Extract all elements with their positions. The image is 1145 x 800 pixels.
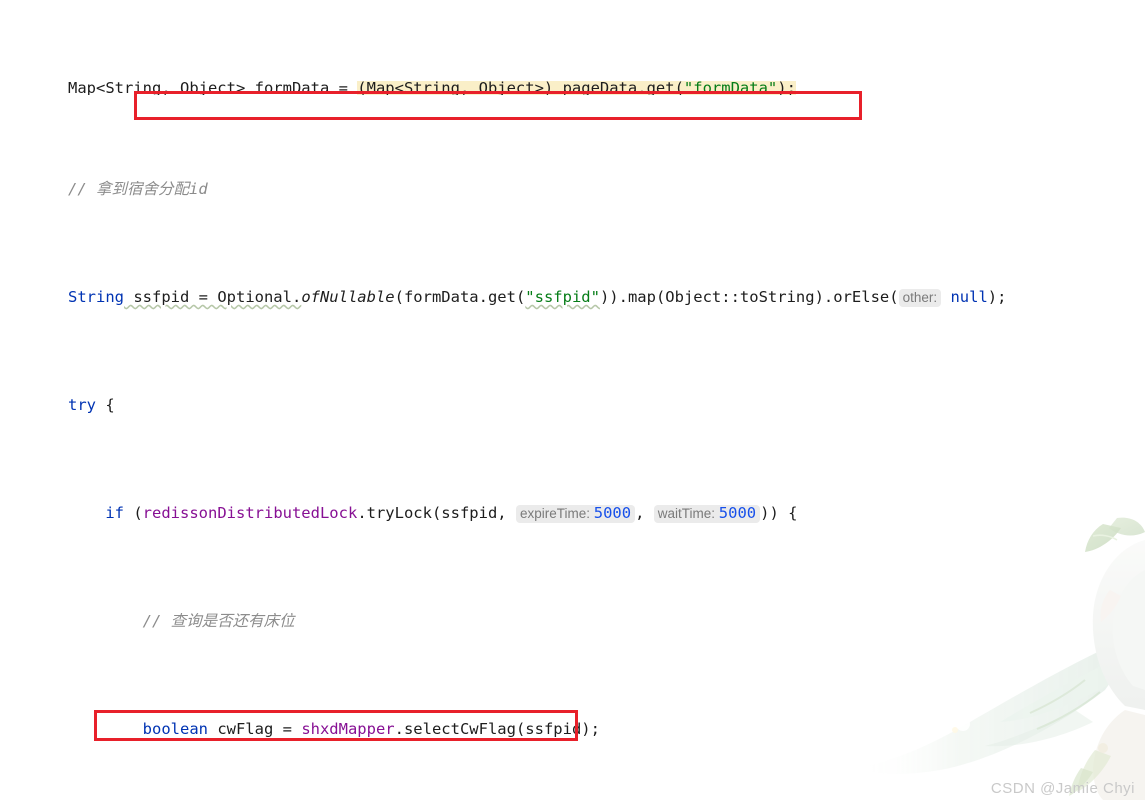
code-keyword-null: null [950,288,988,306]
code-token: .selectCwFlag(ssfpid); [394,720,600,738]
code-method: ofNullable [301,288,395,306]
parameter-hint-other: other: [898,289,942,307]
code-token: .tryLock(ssfpid, [357,504,516,522]
code-keyword-try: try [68,396,96,414]
code-token-string: "formData" [683,81,778,95]
code-line-3: String ssfpid = Optional.ofNullable(form… [0,284,1145,311]
code-editor-viewport[interactable]: Map<String, Object> formData = (Map<Stri… [0,0,1145,800]
code-token: )).map(Object::toString).orElse( [599,288,899,306]
code-token: ( [124,504,143,522]
code-line-6: // 查询是否还有床位 [0,608,1145,635]
code-keyword: String [68,288,124,306]
code-field-shxdmapper: shxdMapper [301,720,395,738]
code-line-5: if (redissonDistributedLock.tryLock(ssfp… [0,500,1145,527]
code-token: (formData.get( [394,288,526,306]
code-token: ssfpid = Optional. [124,288,302,306]
code-field-redissonlock: redissonDistributedLock [142,504,358,522]
code-comment: // 查询是否还有床位 [142,612,295,630]
code-token: )) { [760,504,798,522]
code-token: ); [987,288,1007,306]
code-token: , [635,504,654,522]
parameter-hint-expiretime: expireTime: 5000 [515,504,636,523]
code-token: cwFlag = [207,720,302,738]
code-keyword-if: if [105,504,124,522]
code-keyword-boolean: boolean [142,720,208,738]
code-token: (Map<String, Object>) pageData.get( [357,81,684,95]
parameter-hint-waittime: waitTime: 5000 [653,504,761,523]
code-line-2: // 拿到宿舍分配id [0,176,1145,203]
code-line-1: Map<String, Object> formData = (Map<Stri… [0,81,1145,95]
code-line-4: try { [0,392,1145,419]
code-token: ); [777,81,796,95]
code-line-7: boolean cwFlag = shxdMapper.selectCwFlag… [0,716,1145,743]
code-token: Map<String, Object> formData = [68,81,358,95]
code-comment: // 拿到宿舍分配id [68,180,208,198]
code-token: { [96,396,115,414]
code-token-string: "ssfpid" [525,288,600,306]
occurrence-highlight: (Map<String, Object>) pageData.get("form… [357,81,796,95]
